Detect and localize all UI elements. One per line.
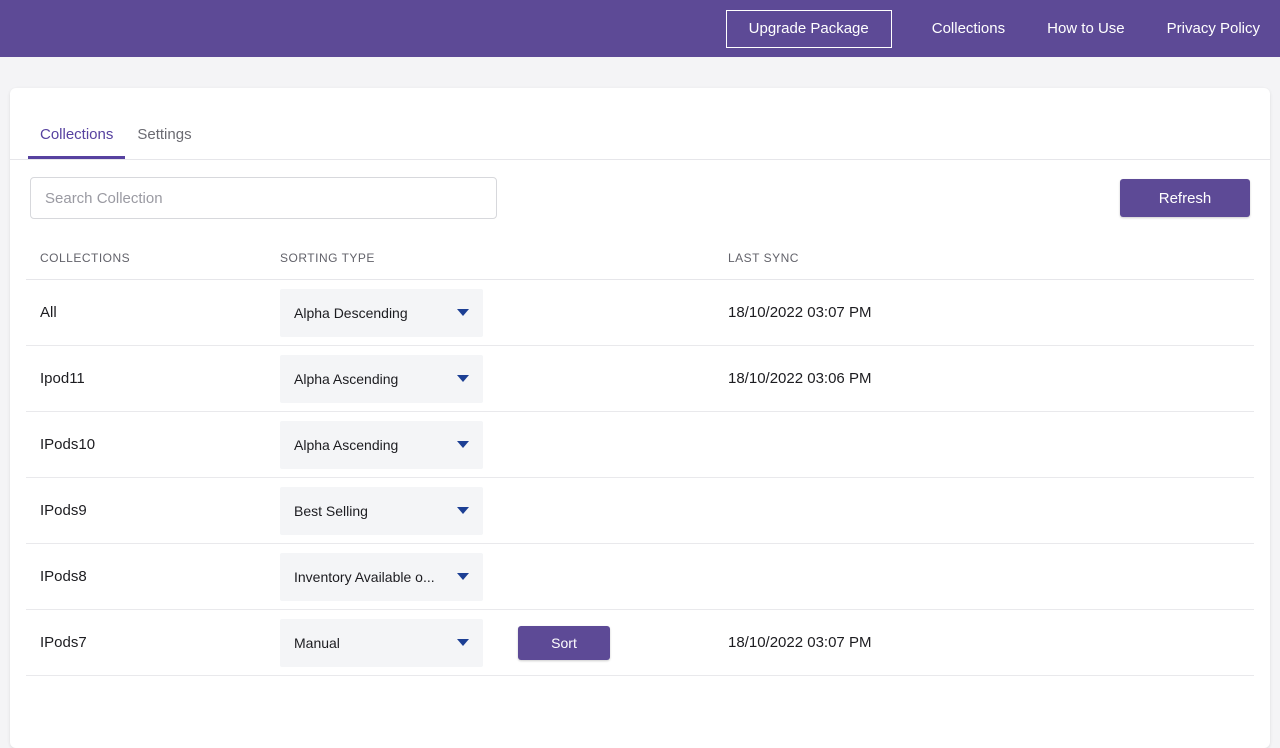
table-header-row: COLLECTIONS SORTING TYPE LAST SYNC (26, 236, 1254, 280)
last-sync-value: 18/10/2022 03:06 PM (728, 370, 1240, 387)
sort-button[interactable]: Sort (518, 626, 610, 660)
chevron-down-icon (457, 573, 469, 580)
sorting-type-value: Alpha Ascending (294, 371, 457, 387)
chevron-down-icon (457, 309, 469, 316)
collection-name: IPods10 (40, 436, 280, 453)
sorting-type-cell: Alpha Ascending (280, 421, 518, 469)
nav-link-privacy-policy[interactable]: Privacy Policy (1167, 20, 1260, 37)
top-navigation-bar: Upgrade Package Collections How to Use P… (0, 0, 1280, 57)
action-cell: Sort (518, 626, 728, 660)
main-content-card: Collections Settings Refresh COLLECTIONS… (10, 88, 1270, 748)
upgrade-package-button[interactable]: Upgrade Package (726, 10, 892, 48)
collection-name: IPods8 (40, 568, 280, 585)
collections-table: COLLECTIONS SORTING TYPE LAST SYNC All A… (10, 236, 1270, 676)
sorting-type-value: Alpha Descending (294, 305, 457, 321)
chevron-down-icon (457, 639, 469, 646)
search-input[interactable] (30, 177, 497, 219)
sorting-type-select[interactable]: Alpha Descending (280, 289, 483, 337)
sorting-type-select[interactable]: Inventory Available o... (280, 553, 483, 601)
tab-collections[interactable]: Collections (28, 126, 125, 159)
chevron-down-icon (457, 507, 469, 514)
collection-name: IPods9 (40, 502, 280, 519)
chevron-down-icon (457, 375, 469, 382)
sorting-type-select[interactable]: Alpha Ascending (280, 421, 483, 469)
collection-name: Ipod11 (40, 370, 280, 387)
table-toolbar: Refresh (10, 160, 1270, 236)
table-row: IPods9 Best Selling (26, 478, 1254, 544)
column-header-last-sync: LAST SYNC (728, 251, 1240, 265)
sorting-type-select[interactable]: Alpha Ascending (280, 355, 483, 403)
refresh-button[interactable]: Refresh (1120, 179, 1250, 217)
sorting-type-cell: Best Selling (280, 487, 518, 535)
sorting-type-value: Inventory Available o... (294, 569, 457, 585)
collection-name: All (40, 304, 280, 321)
nav-link-how-to-use[interactable]: How to Use (1047, 20, 1125, 37)
last-sync-value: 18/10/2022 03:07 PM (728, 634, 1240, 651)
chevron-down-icon (457, 441, 469, 448)
sorting-type-cell: Inventory Available o... (280, 553, 518, 601)
sorting-type-select[interactable]: Manual (280, 619, 483, 667)
tab-bar: Collections Settings (10, 88, 1270, 160)
nav-link-collections[interactable]: Collections (932, 20, 1005, 37)
table-row: IPods10 Alpha Ascending (26, 412, 1254, 478)
table-row: IPods8 Inventory Available o... (26, 544, 1254, 610)
table-row: IPods7 Manual Sort 18/10/2022 03:07 PM (26, 610, 1254, 676)
table-row: Ipod11 Alpha Ascending 18/10/2022 03:06 … (26, 346, 1254, 412)
tab-settings[interactable]: Settings (125, 126, 203, 159)
sorting-type-value: Manual (294, 635, 457, 651)
sorting-type-cell: Manual (280, 619, 518, 667)
sorting-type-cell: Alpha Ascending (280, 355, 518, 403)
column-header-collections: COLLECTIONS (40, 251, 280, 265)
sorting-type-cell: Alpha Descending (280, 289, 518, 337)
sorting-type-select[interactable]: Best Selling (280, 487, 483, 535)
column-header-sorting-type: SORTING TYPE (280, 251, 518, 265)
last-sync-value: 18/10/2022 03:07 PM (728, 304, 1240, 321)
sorting-type-value: Best Selling (294, 503, 457, 519)
collection-name: IPods7 (40, 634, 280, 651)
sorting-type-value: Alpha Ascending (294, 437, 457, 453)
table-row: All Alpha Descending 18/10/2022 03:07 PM (26, 280, 1254, 346)
